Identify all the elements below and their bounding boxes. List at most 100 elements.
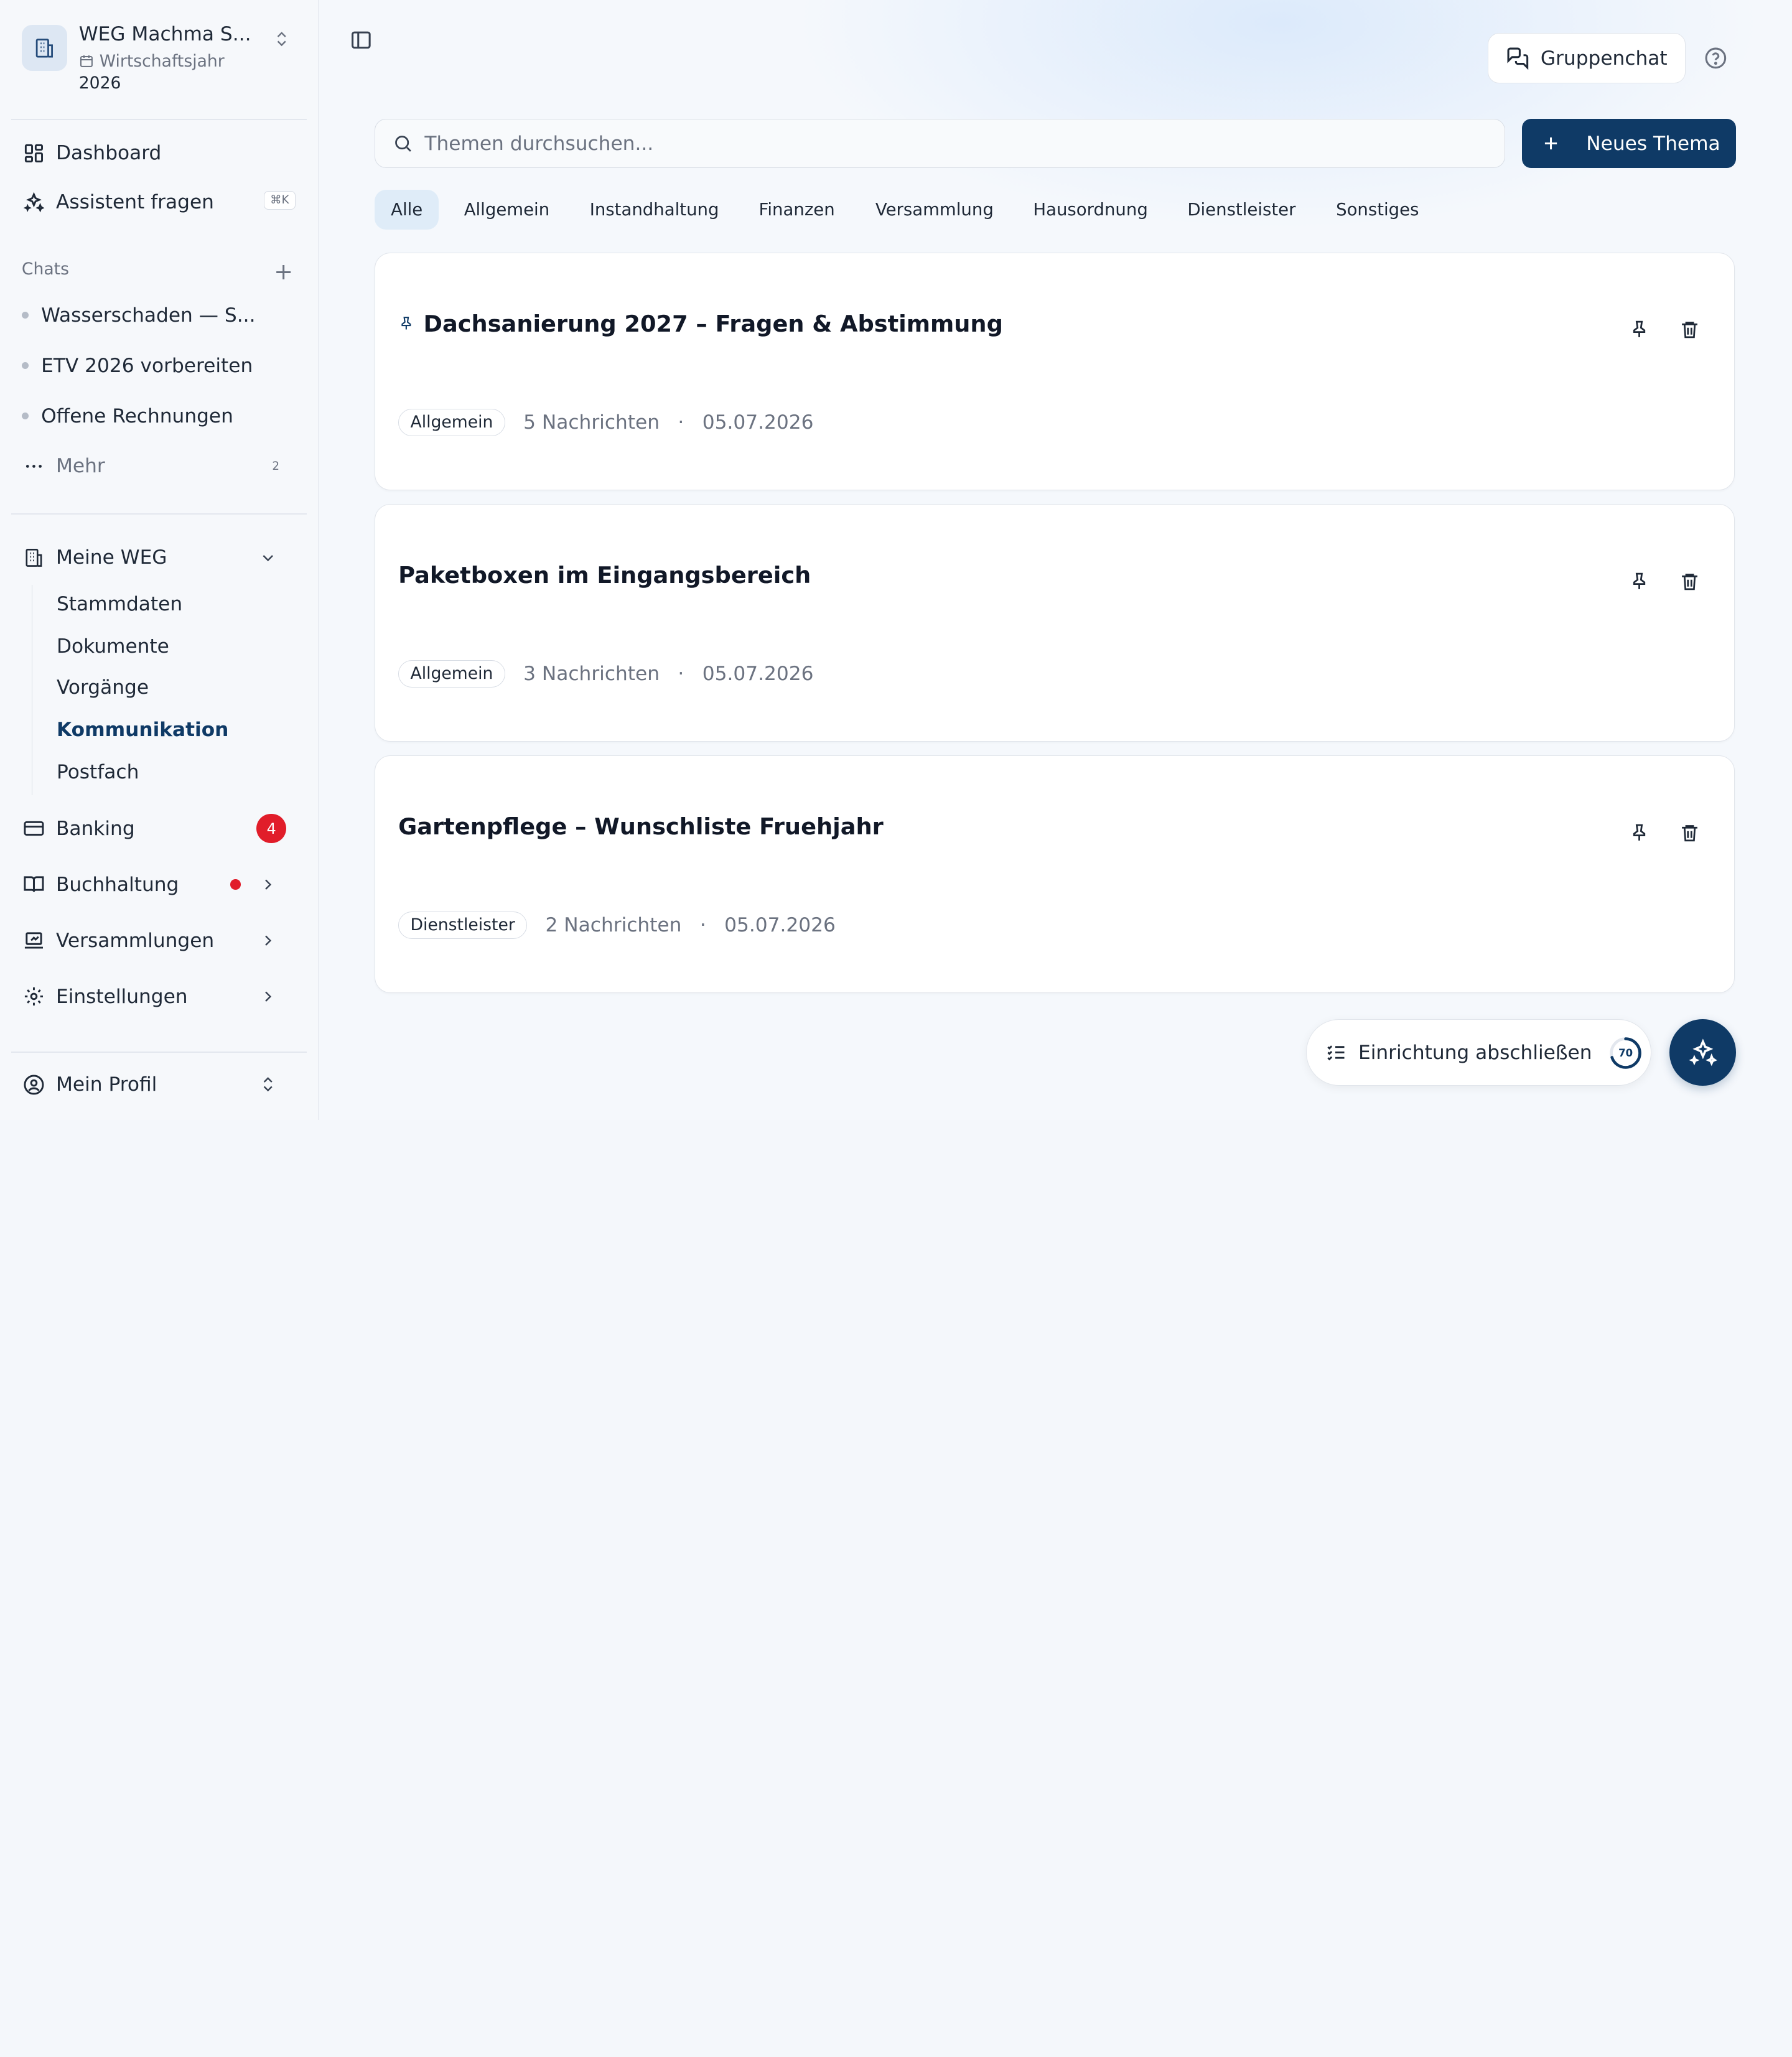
topic-category-tag: Dienstleister [398, 911, 528, 939]
topic-category-tag: Allgemein [398, 660, 505, 688]
finish-setup-button[interactable]: Einrichtung abschließen 70 [1306, 1019, 1652, 1086]
chat-item[interactable]: Offene Rechnungen [21, 400, 273, 432]
new-topic-label: Neues Thema [1586, 132, 1720, 155]
subnav-kommunikation[interactable]: Kommunikation [57, 719, 228, 741]
new-chat-plus-icon[interactable]: + [274, 260, 293, 284]
pin-icon[interactable] [1629, 571, 1650, 592]
gear-icon [24, 987, 43, 1006]
filter-tab-alle[interactable]: Alle [375, 189, 439, 230]
help-icon[interactable] [1704, 47, 1727, 74]
topic-card[interactable]: Dachsanierung 2027 – Fragen & Abstimmung… [375, 252, 1735, 490]
sidebar-toggle-icon[interactable] [350, 29, 373, 56]
presentation-icon [24, 932, 43, 949]
nav-accounting-label: Buchhaltung [55, 873, 179, 896]
divider [11, 119, 307, 120]
filter-tab-finanzen[interactable]: Finanzen [743, 190, 851, 230]
groupchat-label: Gruppenchat [1540, 47, 1668, 70]
nav-meetings[interactable]: Versammlungen [11, 921, 302, 959]
nav-my-weg[interactable]: Meine WEG [11, 538, 302, 577]
divider [11, 513, 307, 515]
chat-item-label: ETV 2026 vorbereiten [41, 354, 253, 377]
search-input[interactable] [424, 132, 1454, 155]
groupchat-button[interactable]: Gruppenchat [1488, 33, 1686, 84]
meta-separator: · [678, 411, 684, 434]
org-switcher[interactable]: WEG Machma S... Wirtschaftsjahr 2026 [21, 21, 302, 96]
filter-tab-versammlung[interactable]: Versammlung [859, 190, 1009, 230]
subnav-stammdaten[interactable]: Stammdaten [57, 593, 182, 615]
topic-card[interactable]: Paketboxen im Eingangsbereich Allgemein … [375, 503, 1735, 742]
nav-banking[interactable]: Banking 4 [11, 809, 302, 847]
filter-tab-instandhaltung[interactable]: Instandhaltung [574, 190, 735, 230]
sidebar: WEG Machma S... Wirtschaftsjahr 2026 Das… [0, 0, 319, 1120]
topic-actions [1629, 319, 1700, 340]
chevron-down-icon [263, 554, 273, 561]
topic-title-text: Paketboxen im Eingangsbereich [398, 561, 811, 589]
nav-profile-label: Mein Profil [55, 1073, 157, 1096]
notification-dot [230, 879, 241, 890]
filter-tab-allgemein[interactable]: Allgemein [448, 190, 566, 230]
ellipsis-icon [26, 465, 42, 468]
trash-icon[interactable] [1679, 823, 1700, 843]
topic-card[interactable]: Gartenpflege – Wunschliste Fruehjahr Die… [375, 755, 1735, 994]
topic-message-count: 2 Nachrichten [545, 913, 682, 936]
credit-card-icon [24, 821, 44, 836]
topic-title-text: Dachsanierung 2027 – Fragen & Abstimmung [423, 310, 1003, 337]
subnav-vorgaenge[interactable]: Vorgänge [57, 676, 149, 699]
app-root: WEG Machma S... Wirtschaftsjahr 2026 Das… [0, 0, 1792, 1120]
topic-meta: Allgemein 3 Nachrichten · 05.07.2026 [398, 660, 813, 688]
chats-section-label: Chats [21, 259, 69, 279]
nav-assistant[interactable]: Assistent fragen ⌘K [11, 183, 302, 222]
main-content: Gruppenchat Neues Thema Alle Allgemein I… [319, 0, 1792, 1120]
nav-settings-label: Einstellungen [55, 985, 188, 1008]
nav-profile[interactable]: Mein Profil [11, 1065, 302, 1104]
meta-separator: · [678, 662, 684, 685]
topic-date: 05.07.2026 [702, 662, 814, 685]
checklist-icon [1327, 1045, 1345, 1061]
chat-dot [21, 362, 29, 370]
subnav-postfach[interactable]: Postfach [57, 761, 139, 783]
building-icon [26, 548, 42, 567]
topic-title-text: Gartenpflege – Wunschliste Fruehjahr [398, 813, 884, 840]
search-icon [395, 136, 411, 152]
nav-settings[interactable]: Einstellungen [11, 977, 302, 1015]
chat-dot [21, 413, 29, 420]
chevrons-up-down-icon[interactable] [273, 30, 291, 52]
topic-search[interactable] [375, 119, 1505, 168]
calendar-icon [80, 55, 93, 68]
new-topic-button[interactable]: Neues Thema [1522, 119, 1736, 168]
topic-message-count: 3 Nachrichten [523, 662, 660, 685]
filter-tab-hausordnung[interactable]: Hausordnung [1017, 190, 1164, 230]
chat-item[interactable]: ETV 2026 vorbereiten [21, 350, 273, 381]
chevron-right-icon [265, 991, 272, 1002]
fiscal-label-text: Wirtschaftsjahr [99, 51, 225, 71]
meta-separator: · [699, 913, 706, 936]
topic-actions [1629, 823, 1700, 843]
divider [11, 1051, 307, 1053]
chats-more[interactable]: Mehr 2 [11, 447, 302, 485]
chat-item[interactable]: Wasserschaden — S... [21, 299, 273, 331]
trash-icon[interactable] [1679, 319, 1700, 340]
filter-tab-sonstiges[interactable]: Sonstiges [1320, 190, 1435, 230]
sparkles-icon [1689, 1038, 1717, 1066]
nav-accounting[interactable]: Buchhaltung [11, 865, 302, 903]
trash-icon[interactable] [1679, 571, 1700, 592]
shortcut-hint: ⌘K [263, 190, 296, 210]
nav-dashboard[interactable]: Dashboard [11, 134, 302, 172]
pin-icon[interactable] [1629, 319, 1650, 340]
filter-tab-dienstleister[interactable]: Dienstleister [1172, 190, 1312, 230]
subnav-dokumente[interactable]: Dokumente [57, 635, 169, 658]
nav-dashboard-label: Dashboard [55, 142, 162, 165]
nav-banking-label: Banking [55, 817, 135, 840]
topic-actions [1629, 571, 1700, 592]
chat-item-label: Offene Rechnungen [41, 404, 233, 427]
topic-title: Gartenpflege – Wunschliste Fruehjahr [398, 813, 884, 840]
ai-assistant-fab[interactable] [1669, 1019, 1736, 1086]
chats-more-count: 2 [272, 459, 280, 473]
nav-meetings-label: Versammlungen [55, 929, 215, 952]
setup-progress-value: 70 [1618, 1047, 1633, 1060]
chevrons-up-down-icon [263, 1077, 273, 1092]
topic-date: 05.07.2026 [702, 411, 814, 434]
pin-icon[interactable] [1629, 823, 1650, 843]
sparkles-icon [23, 192, 45, 213]
building-icon [21, 25, 68, 71]
